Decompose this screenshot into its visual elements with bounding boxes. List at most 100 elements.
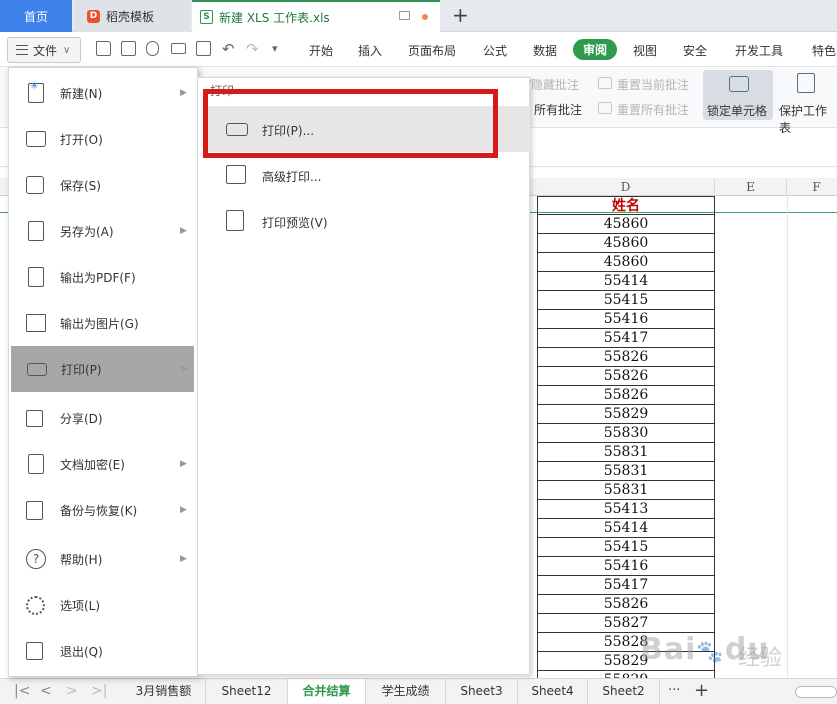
exit-icon — [26, 642, 43, 660]
table-header-cell[interactable]: 姓名 — [537, 196, 715, 215]
table-cell[interactable]: 55415 — [537, 291, 715, 310]
file-menu-item-encrypt[interactable]: 文档加密(E) ▶ — [10, 441, 194, 487]
menu-review[interactable]: 审阅 — [573, 39, 617, 60]
sheet-tab-sheet12[interactable]: Sheet12 — [206, 679, 288, 704]
tab-current-file[interactable]: S 新建 XLS 工作表.xls — [192, 0, 440, 32]
file-menu-item-export-image[interactable]: 输出为图片(G) — [10, 300, 194, 346]
menu-start[interactable]: 开始 — [309, 42, 333, 59]
table-cell[interactable]: 55414 — [537, 272, 715, 291]
lock-cell-button[interactable]: 锁定单元格 — [703, 70, 773, 120]
table-cell[interactable]: 55414 — [537, 519, 715, 538]
file-menu-item-save-as[interactable]: 另存为(A) ▶ — [10, 208, 194, 254]
save-icon[interactable] — [121, 41, 136, 56]
file-menu-item-open[interactable]: 打开(O) — [10, 116, 194, 162]
menu-insert[interactable]: 插入 — [358, 42, 382, 59]
menu-formula[interactable]: 公式 — [483, 42, 507, 59]
add-sheet-icon[interactable]: + — [694, 680, 709, 701]
open-folder-icon[interactable] — [96, 41, 111, 56]
table-cell[interactable]: 45860 — [537, 234, 715, 253]
last-sheet-icon[interactable]: >| — [91, 683, 107, 699]
print-icon[interactable] — [171, 43, 186, 54]
all-comments-button[interactable]: 所有批注 — [534, 101, 582, 118]
file-menu-item-backup-restore[interactable]: 备份与恢复(K) ▶ — [10, 487, 194, 533]
first-sheet-icon[interactable]: |< — [14, 683, 30, 699]
prev-sheet-icon[interactable]: < — [40, 683, 52, 699]
file-menu-item-help[interactable]: ? 帮助(H) ▶ — [10, 536, 194, 582]
table-cell[interactable]: 55830 — [537, 424, 715, 443]
sheet-tab-merge-settlement[interactable]: 合并结算 — [288, 679, 366, 704]
table-cell[interactable]: 55416 — [537, 557, 715, 576]
menu-page-layout[interactable]: 页面布局 — [408, 42, 456, 59]
table-cell[interactable]: 55827 — [537, 614, 715, 633]
table-cell[interactable]: 45860 — [537, 253, 715, 272]
next-sheet-icon[interactable]: > — [66, 683, 78, 699]
table-cell[interactable]: 55417 — [537, 576, 715, 595]
print-preview-icon[interactable] — [196, 41, 211, 56]
sheet-tab-sheet3[interactable]: Sheet3 — [446, 679, 518, 704]
file-menu-item-label: 文档加密(E) — [60, 457, 125, 472]
menu-security[interactable]: 安全 — [683, 42, 707, 59]
column-header-e[interactable]: E — [715, 178, 787, 196]
menu-developer[interactable]: 开发工具 — [735, 42, 783, 59]
lock-cell-icon — [729, 76, 749, 92]
table-cell[interactable]: 55829 — [537, 671, 715, 678]
table-cell[interactable]: 55831 — [537, 481, 715, 500]
menu-features[interactable]: 特色 — [812, 42, 836, 59]
share-icon — [26, 409, 43, 427]
table-cell[interactable]: 55416 — [537, 310, 715, 329]
sheet-tab-sheet4[interactable]: Sheet4 — [518, 679, 588, 704]
print-submenu-item-preview[interactable]: 打印预览(V) — [208, 198, 530, 244]
redo-icon[interactable]: ↷ — [246, 40, 261, 58]
table-cell[interactable]: 55831 — [537, 462, 715, 481]
submenu-arrow-icon: ▶ — [180, 226, 187, 236]
table-cell[interactable]: 55413 — [537, 500, 715, 519]
file-menu-item-export-pdf[interactable]: 输出为PDF(F) — [10, 254, 194, 300]
table-cell[interactable]: 55826 — [537, 348, 715, 367]
format-painter-icon[interactable] — [146, 41, 159, 56]
table-cell[interactable]: 55831 — [537, 443, 715, 462]
hamburger-icon — [16, 45, 28, 55]
table-cell[interactable]: 55829 — [537, 405, 715, 424]
sheet-tab-sheet2[interactable]: Sheet2 — [588, 679, 660, 704]
file-menu-item-label: 打印(P) — [61, 362, 102, 377]
reset-all-comments-icon — [598, 102, 612, 114]
file-menu-item-exit[interactable]: 退出(Q) — [10, 628, 194, 674]
reset-all-comments-button[interactable]: 重置所有批注 — [617, 101, 689, 118]
protect-sheet-button[interactable]: 保护工作表 — [779, 102, 837, 136]
sheet-tab-student-scores[interactable]: 学生成绩 — [366, 679, 446, 704]
more-sheets-icon[interactable]: ··· — [668, 683, 680, 698]
tab-file-label: 新建 XLS 工作表.xls — [219, 10, 330, 25]
print-submenu-label: 高级打印... — [262, 170, 322, 184]
table-cell[interactable]: 55417 — [537, 329, 715, 348]
file-menu-item-save[interactable]: 保存(S) — [10, 162, 194, 208]
table-cell[interactable]: 55826 — [537, 386, 715, 405]
horizontal-scrollbar[interactable] — [795, 686, 837, 698]
tab-daoke-templates[interactable]: D 稻壳模板 — [75, 0, 190, 32]
table-cell[interactable]: 55826 — [537, 595, 715, 614]
tab-home[interactable]: 首页 — [0, 0, 72, 32]
file-menu-item-options[interactable]: 选项(L) — [10, 582, 194, 628]
file-menu-item-print[interactable]: 打印(P) ▶ — [11, 346, 194, 392]
table-cell[interactable]: 45860 — [537, 215, 715, 234]
menu-data[interactable]: 数据 — [533, 42, 557, 59]
reset-current-comment-button[interactable]: 重置当前批注 — [617, 76, 689, 93]
show-hide-comments-button[interactable]: /隐藏批注 — [527, 76, 579, 93]
file-menu-item-share[interactable]: 分享(D) — [10, 395, 194, 441]
monitor-icon[interactable] — [399, 11, 410, 20]
column-header-f[interactable]: F — [787, 178, 837, 196]
lock-cell-label: 锁定单元格 — [707, 104, 768, 118]
sheet-tab-march-sales[interactable]: 3月销售额 — [122, 679, 206, 704]
column-header-d[interactable]: D — [537, 178, 715, 196]
new-tab-plus-icon[interactable]: + — [452, 3, 469, 27]
undo-icon[interactable]: ↶ — [222, 40, 237, 58]
menu-view[interactable]: 视图 — [633, 42, 657, 59]
red-highlight-box — [203, 89, 498, 158]
file-menu-item-new[interactable]: ✳ 新建(N) ▶ — [10, 70, 194, 116]
more-dropdown-icon[interactable]: ▾ — [272, 42, 287, 57]
file-menu-button[interactable]: 文件 ∨ — [7, 37, 81, 63]
table-cell[interactable]: 55415 — [537, 538, 715, 557]
table-cell[interactable]: 55826 — [537, 367, 715, 386]
print-submenu-item-advanced[interactable]: 高级打印... — [208, 152, 530, 198]
file-menu-item-label: 退出(Q) — [60, 644, 103, 659]
name-column-table: 姓名 45860 45860 45860 55414 55415 55416 55417 55… — [537, 196, 715, 678]
